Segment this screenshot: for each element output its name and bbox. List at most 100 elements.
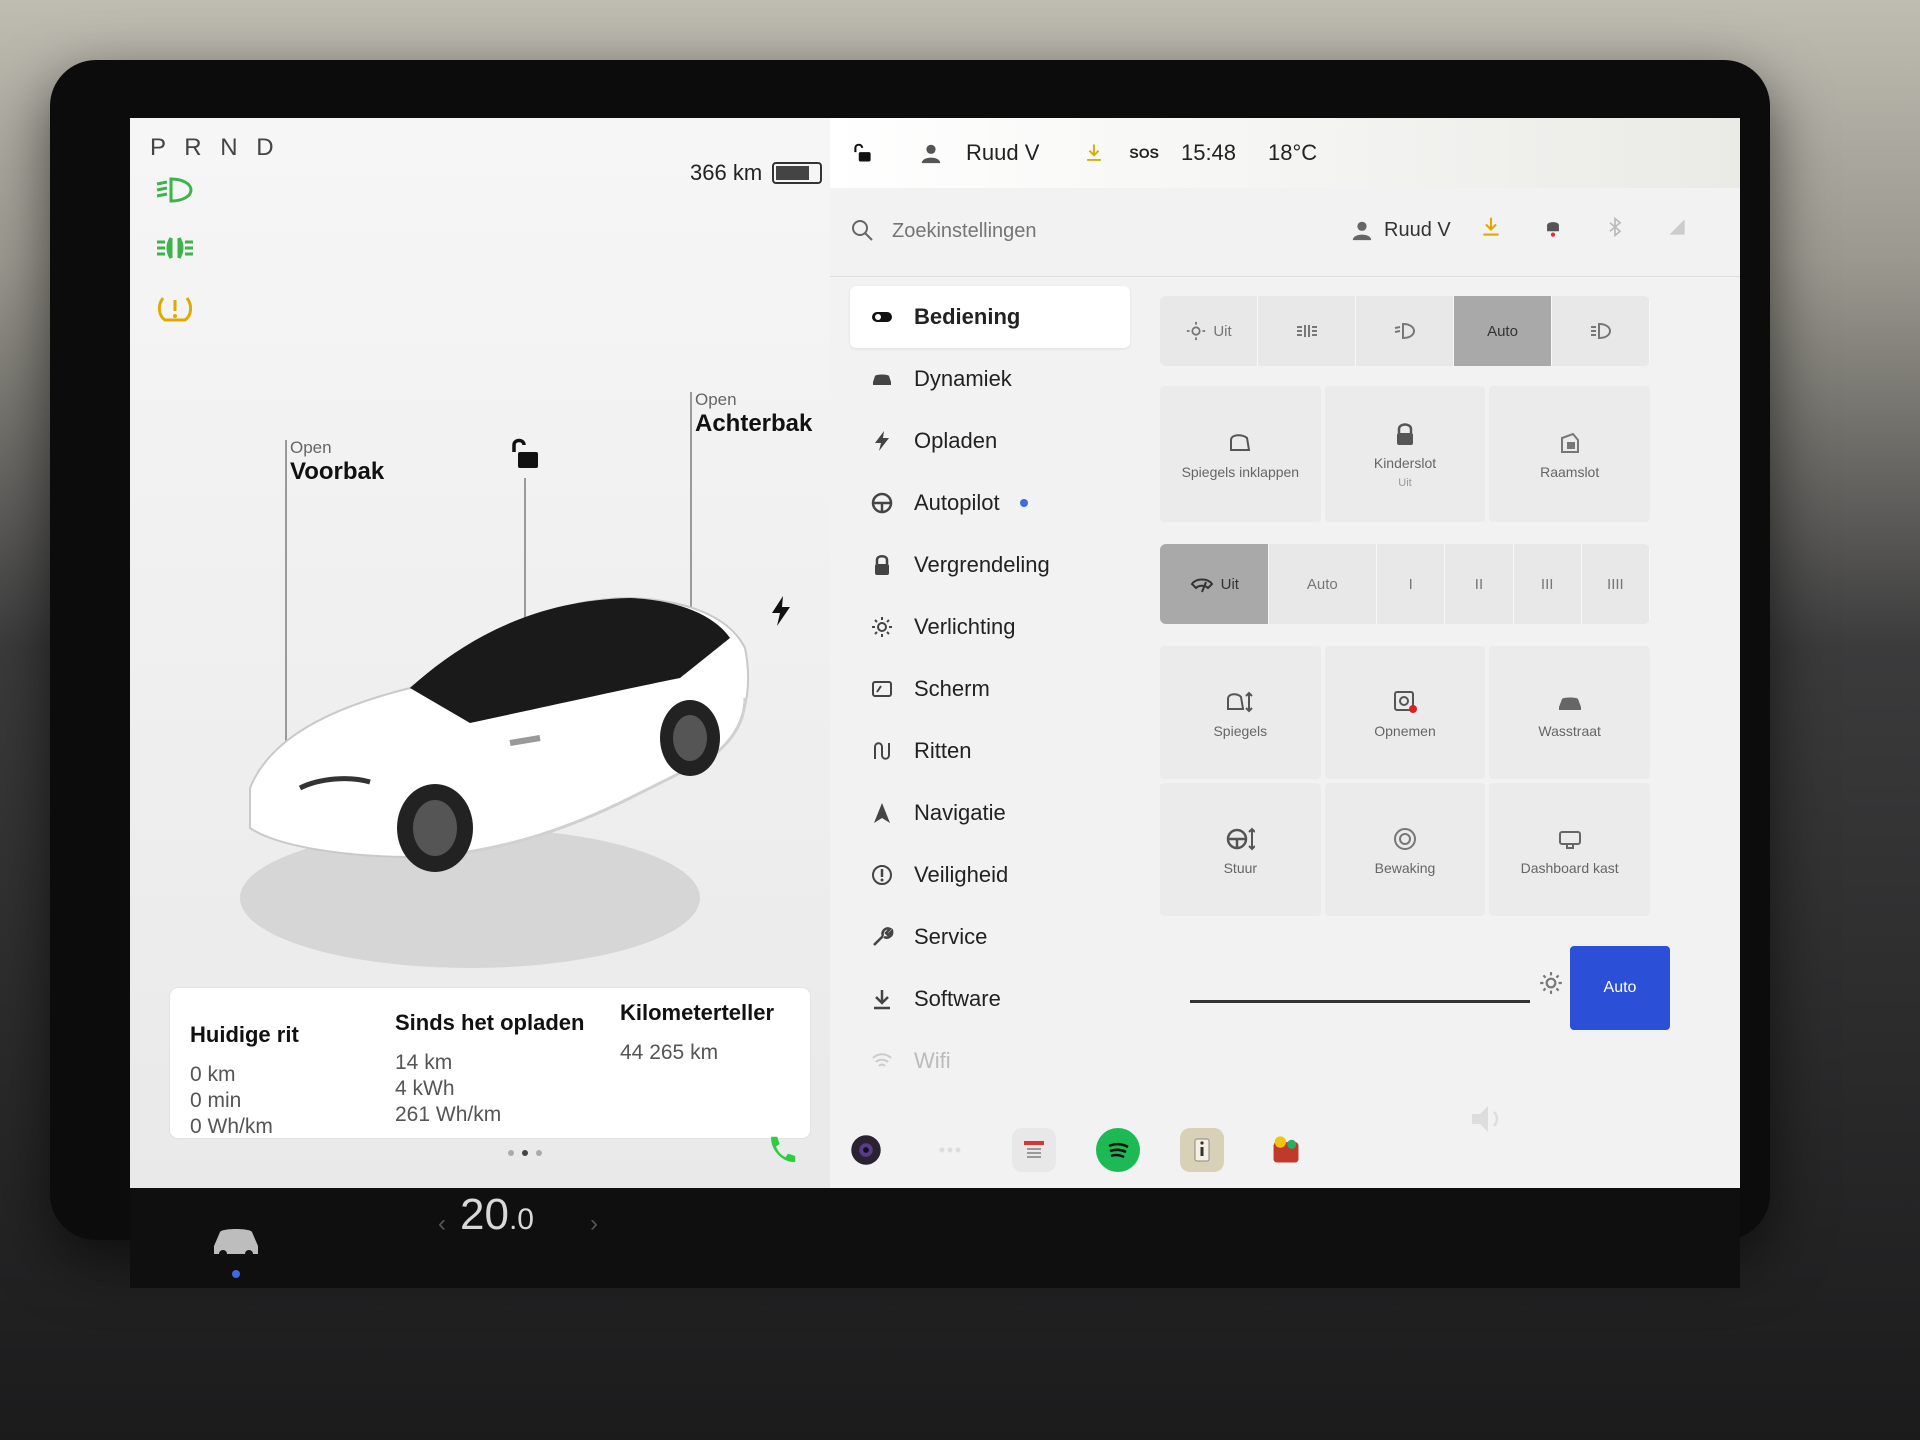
wiper-icon [1190, 578, 1213, 593]
since-charge-title: Sinds het opladen [395, 1010, 585, 1035]
status-bar: Ruud V SOS 15:48 18°C [830, 118, 1740, 188]
menu-item-wifi[interactable]: Wifi [850, 1030, 1130, 1092]
frunk-callout[interactable]: Open Voorbak [290, 438, 384, 486]
menu-item-display[interactable]: Scherm [850, 658, 1130, 720]
child-lock-button[interactable]: Kinderslot Uit [1324, 386, 1486, 522]
profile-name[interactable]: Ruud V [966, 140, 1039, 166]
since-charge-distance: 14 km [395, 1051, 453, 1074]
sentry-mode-button[interactable]: Bewaking [1324, 783, 1486, 916]
mirrors-adjust-button[interactable]: Spiegels [1160, 646, 1321, 779]
trunk-callout[interactable]: Open Achterbak [695, 390, 812, 438]
unlock-icon[interactable] [508, 436, 542, 472]
notification-bell-icon[interactable] [1542, 216, 1568, 242]
settings-search-input[interactable] [890, 210, 1294, 252]
temp-down-chevron-icon[interactable]: ‹ [438, 1210, 446, 1238]
low-beam-icon [1394, 322, 1415, 340]
range-value: 366 km [690, 160, 763, 185]
camera-app-icon[interactable] [844, 1128, 888, 1172]
headlight-selector: Uit Auto [1160, 296, 1650, 366]
current-trip-distance: 0 km [190, 1063, 236, 1086]
software-update-icon[interactable] [1081, 140, 1107, 166]
toybox-app-icon[interactable] [1264, 1128, 1308, 1172]
steering-adjust-button[interactable]: Stuur [1160, 783, 1321, 916]
brightness-auto-button[interactable]: Auto [1570, 946, 1670, 1030]
menu-item-label: Verlichting [914, 614, 1016, 639]
profile-button[interactable]: Ruud V [1350, 218, 1451, 242]
car-wash-button[interactable]: Wasstraat [1489, 646, 1650, 779]
glovebox-button[interactable]: Dashboard kast [1489, 783, 1650, 916]
lights-off-option[interactable]: Uit [1160, 296, 1258, 366]
menu-item-software[interactable]: Software [850, 968, 1130, 1030]
dock-bar [130, 1188, 1740, 1288]
calendar-app-icon[interactable] [1012, 1128, 1056, 1172]
sun-icon [1187, 321, 1206, 341]
record-button[interactable]: Opnemen [1324, 646, 1486, 779]
wipers-off-label: Uit [1220, 575, 1239, 593]
bluetooth-icon[interactable] [1604, 216, 1630, 242]
menu-item-safety[interactable]: Veiligheid [850, 844, 1130, 906]
clock: 15:48 [1180, 140, 1237, 165]
temp-up-chevron-icon[interactable]: › [590, 1210, 598, 1238]
menu-item-navigation[interactable]: Navigatie [850, 782, 1130, 844]
wipers-speed-4[interactable]: IIII [1582, 544, 1650, 624]
window-lock-button[interactable]: Raamslot [1489, 386, 1650, 522]
trips-icon [874, 742, 890, 760]
mirror-adjust-icon [1227, 691, 1254, 712]
phone-app-icon[interactable] [760, 1128, 804, 1172]
wipers-speed-2[interactable]: II [1445, 544, 1514, 624]
menu-item-label: Opladen [914, 428, 998, 453]
low-beam-option[interactable] [1356, 296, 1454, 366]
wipers-auto-option[interactable]: Auto [1269, 544, 1378, 624]
child-lock-icon [1396, 423, 1413, 445]
trip-card[interactable]: Huidige rit 0 km 0 min 0 Wh/km Sinds het… [170, 988, 810, 1138]
menu-item-label: Wifi [914, 1048, 951, 1073]
wipers-speed-1[interactable]: I [1377, 544, 1446, 624]
menu-item-locks[interactable]: Vergrendeling [850, 534, 1130, 596]
charge-port-icon[interactable] [770, 596, 792, 626]
more-apps-icon[interactable] [928, 1128, 972, 1172]
menu-item-trips[interactable]: Ritten [850, 720, 1130, 782]
dashcam-record-icon [1393, 690, 1417, 713]
card-page-indicator [508, 1150, 542, 1156]
car-icon [873, 374, 891, 385]
fog-light-icon [150, 228, 200, 268]
low-beam-icon [150, 170, 200, 210]
brightness-sun-icon [1540, 972, 1562, 994]
cabin-temperature[interactable]: 20.0 [460, 1190, 534, 1240]
unlock-status-icon[interactable] [850, 140, 876, 166]
menu-item-label: Scherm [914, 676, 990, 701]
wipers-off-option[interactable]: Uit [1160, 544, 1269, 624]
download-icon [874, 990, 890, 1010]
menu-item-label: Ritten [914, 738, 972, 763]
menu-item-autopilot[interactable]: Autopilot [850, 472, 1130, 534]
adjust-controls: Spiegels Opnemen Wasstraat Stuur Bewakin… [1160, 646, 1650, 916]
spotify-app-icon[interactable] [1096, 1128, 1140, 1172]
parking-lights-option[interactable] [1258, 296, 1356, 366]
download-icon[interactable] [1480, 216, 1506, 242]
volume-icon[interactable] [1468, 1102, 1508, 1136]
menu-item-charging[interactable]: Opladen [850, 410, 1130, 472]
high-beam-option[interactable] [1552, 296, 1650, 366]
lights-auto-option[interactable]: Auto [1454, 296, 1552, 366]
wiper-selector: Uit Auto I II III IIII [1160, 544, 1650, 624]
parking-lights-icon [1296, 325, 1317, 337]
brightness-slider[interactable] [1170, 966, 1550, 1036]
battery-icon [772, 162, 823, 184]
frunk-status: Open [290, 438, 332, 457]
sos-button[interactable]: SOS [1129, 145, 1159, 161]
odometer-title: Kilometerteller [620, 1000, 775, 1025]
wipers-speed-3[interactable]: III [1514, 544, 1582, 624]
car-icon[interactable] [210, 1220, 262, 1260]
menu-item-controls[interactable]: Bediening [850, 286, 1130, 348]
menu-item-lights[interactable]: Verlichting [850, 596, 1130, 658]
lights-off-label: Uit [1213, 322, 1232, 340]
since-charge-efficiency: 261 Wh/km [395, 1103, 502, 1126]
current-trip: Huidige rit 0 km 0 min 0 Wh/km [190, 1022, 299, 1140]
profile-icon[interactable] [918, 140, 944, 166]
menu-item-service[interactable]: Service [850, 906, 1130, 968]
manual-app-icon[interactable] [1180, 1128, 1224, 1172]
menu-item-label: Bediening [914, 304, 1021, 329]
signal-icon[interactable] [1666, 216, 1692, 242]
menu-item-dynamics[interactable]: Dynamiek [850, 348, 1130, 410]
fold-mirrors-button[interactable]: Spiegels inklappen [1160, 386, 1321, 522]
